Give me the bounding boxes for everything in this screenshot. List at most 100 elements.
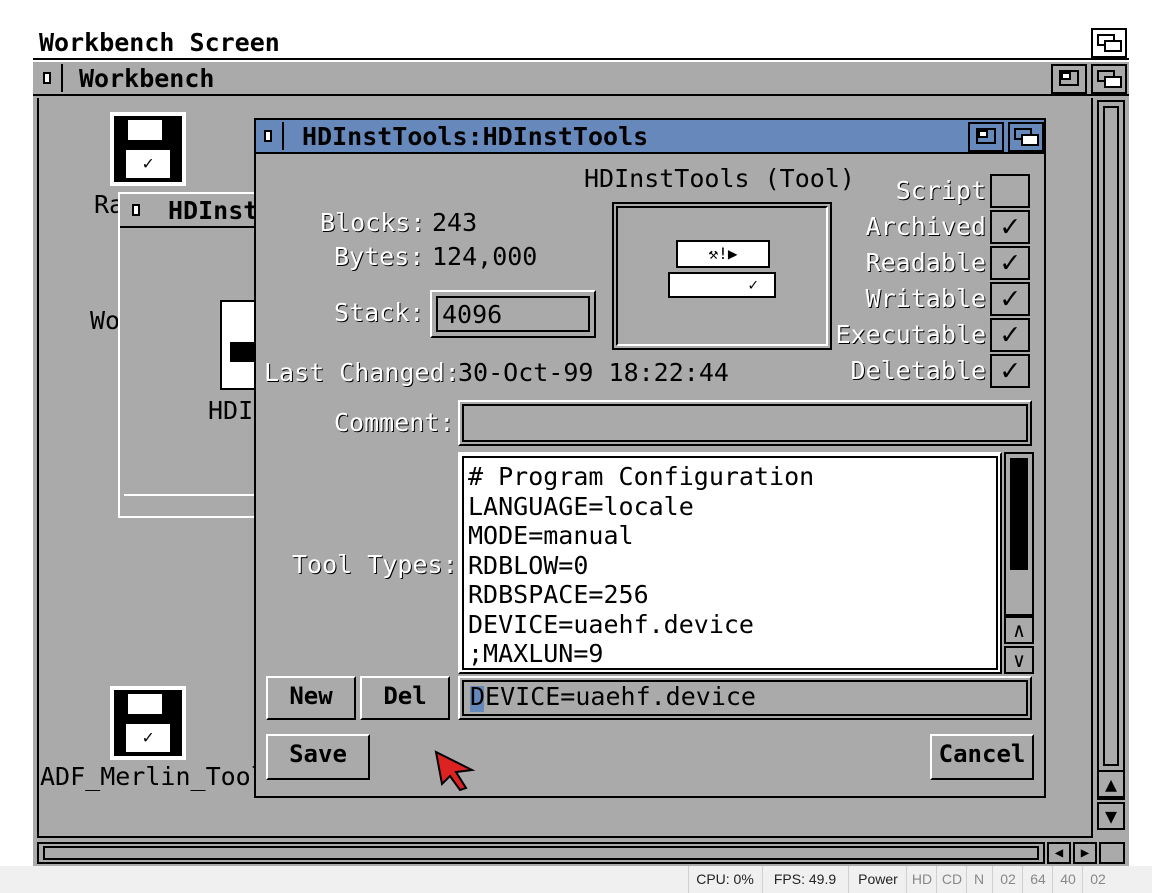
scroll-down-arrow[interactable]: ▼ — [1097, 802, 1125, 830]
status-drive-1: 02 — [992, 866, 1023, 893]
status-hd: HD — [906, 866, 937, 893]
protection-list: Script Archived ✓ Readable ✓ Writable ✓ Executa… — [816, 174, 1042, 394]
status-n: N — [966, 866, 991, 893]
tooltype-line[interactable]: # Program Configuration — [468, 462, 988, 492]
tooltypes-list[interactable]: # Program Configuration LANGUAGE=locale MO… — [458, 452, 1002, 674]
tooltype-line[interactable]: RDBLOW=0 — [468, 551, 988, 581]
floppy-disk-icon: ✓ — [114, 116, 182, 182]
status-power: Power — [848, 866, 907, 893]
close-icon — [43, 72, 51, 84]
icon-preview: ⚒!▶ ✓ — [612, 202, 832, 350]
close-icon — [132, 204, 140, 216]
protection-checkbox-deletable[interactable]: ✓ — [990, 354, 1030, 388]
protection-checkbox-script[interactable] — [990, 174, 1030, 208]
dialog-zoom-button[interactable] — [968, 122, 1004, 152]
scroll-left-arrow[interactable]: ◀ — [1047, 842, 1071, 864]
tooltype-line[interactable]: DEVICE=uaehf.device — [468, 610, 988, 640]
floppy-disk-icon: ✓ — [114, 690, 182, 756]
vertical-scrollbar[interactable] — [1097, 100, 1125, 800]
comment-field[interactable] — [458, 400, 1032, 446]
blocks-value: 243 — [432, 208, 478, 237]
protection-label-script: Script — [895, 176, 986, 205]
tooltypes-scrollbar[interactable] — [1004, 452, 1034, 616]
protection-label-readable: Readable — [865, 248, 986, 277]
cancel-label: Cancel — [938, 740, 1026, 768]
icon-label-wo: Wo — [90, 306, 121, 335]
disk-icon-ra[interactable]: ✓ — [110, 112, 186, 186]
info-dialog: HDInstTools:HDInstTools HDInstTools (Too… — [254, 118, 1046, 798]
workbench-title: Workbench — [79, 64, 215, 93]
last-changed-label: Last Changed: — [264, 358, 460, 387]
dialog-title: HDInstTools:HDInstTools — [302, 122, 649, 151]
save-button[interactable]: Save — [266, 734, 370, 780]
status-cd: CD — [936, 866, 967, 893]
del-label: Del — [383, 682, 427, 710]
checkmark-icon: ✓ — [1000, 245, 1020, 280]
tool-icon — [230, 342, 254, 362]
new-label: New — [289, 682, 333, 710]
scroll-right-arrow[interactable]: ▶ — [1073, 842, 1097, 864]
protection-label-archived: Archived — [865, 212, 986, 241]
icon-label-adf: ADF_Merlin_Tools — [40, 762, 281, 791]
horizontal-scrollbar[interactable] — [37, 842, 1045, 864]
tooltype-line[interactable]: MODE=manual — [468, 521, 988, 551]
tooltypes-scroll-thumb[interactable] — [1010, 458, 1028, 570]
scroll-up-arrow[interactable]: ▲ — [1097, 770, 1125, 798]
protection-label-writable: Writable — [865, 284, 986, 313]
mouse-pointer-icon — [434, 750, 476, 792]
stack-label: Stack: — [334, 298, 425, 327]
close-icon — [264, 130, 272, 142]
protection-checkbox-executable[interactable]: ✓ — [990, 318, 1030, 352]
status-drive-2: 64 — [1022, 866, 1053, 893]
status-drive-3: 40 — [1052, 866, 1083, 893]
screen-title: Workbench Screen — [39, 28, 280, 57]
icon-label-hdi: HDI — [208, 396, 254, 425]
bytes-label: Bytes: — [334, 242, 425, 271]
protection-label-executable: Executable — [835, 320, 986, 349]
tooltype-line[interactable]: LANGUAGE=locale — [468, 492, 988, 522]
status-fps: FPS: 49.9 — [762, 866, 847, 893]
disk-icon-adf[interactable]: ✓ — [110, 686, 186, 760]
tool-icon-hdi[interactable] — [220, 300, 258, 390]
checkmark-icon: ✓ — [1000, 317, 1020, 352]
protection-checkbox-readable[interactable]: ✓ — [990, 246, 1030, 280]
workbench-titlebar[interactable]: Workbench — [33, 62, 1129, 96]
save-label: Save — [289, 740, 347, 768]
protection-label-deletable: Deletable — [850, 356, 986, 385]
tooltypes-label: Tool Types: — [292, 550, 458, 579]
close-button[interactable] — [35, 64, 63, 92]
tooltype-edit-field[interactable]: DEVICE=uaehf.device — [458, 676, 1032, 720]
dialog-heading: HDInstTools (Tool) — [584, 164, 855, 193]
comment-label: Comment: — [334, 408, 455, 437]
screen-depth-button[interactable] — [1091, 28, 1127, 58]
protection-checkbox-archived[interactable]: ✓ — [990, 210, 1030, 244]
status-drive-4: 02 — [1082, 866, 1113, 893]
tool-icon: ⚒!▶ ✓ — [668, 240, 776, 302]
resize-gadget[interactable] — [1099, 842, 1125, 864]
tooltypes-scroll-up[interactable]: ∧ — [1004, 616, 1034, 644]
bytes-value: 124,000 — [432, 242, 538, 271]
dialog-close-button[interactable] — [258, 122, 284, 150]
tooltype-edit-value: DEVICE=uaehf.device — [470, 682, 756, 711]
protection-checkbox-writable[interactable]: ✓ — [990, 282, 1030, 316]
tooltype-line[interactable]: ;MAXLUN=9 — [468, 639, 988, 669]
tooltype-line[interactable]: RDBSPACE=256 — [468, 580, 988, 610]
tooltypes-scroll-down[interactable]: ∨ — [1004, 646, 1034, 674]
dialog-titlebar[interactable]: HDInstTools:HDInstTools — [256, 120, 1044, 154]
stack-value: 4096 — [442, 300, 503, 329]
hscroll-thumb[interactable] — [43, 846, 1039, 860]
depth-button[interactable] — [1091, 64, 1127, 94]
scroll-thumb[interactable] — [1103, 106, 1119, 766]
last-changed-value: 30-Oct-99 18:22:44 — [458, 358, 729, 387]
del-button[interactable]: Del — [360, 676, 450, 720]
cancel-button[interactable]: Cancel — [930, 734, 1034, 780]
hdinst-titlebar[interactable]: HDInst — [120, 194, 266, 228]
new-button[interactable]: New — [266, 676, 356, 720]
stack-field[interactable]: 4096 — [430, 290, 596, 338]
dialog-depth-button[interactable] — [1008, 122, 1044, 152]
zoom-button[interactable] — [1051, 64, 1087, 94]
hdinst-window-title: HDInst — [168, 196, 259, 225]
tooltypes-lines: # Program Configuration LANGUAGE=locale MO… — [468, 462, 988, 669]
blocks-label: Blocks: — [320, 208, 426, 237]
status-cpu: CPU: 0% — [688, 866, 761, 893]
